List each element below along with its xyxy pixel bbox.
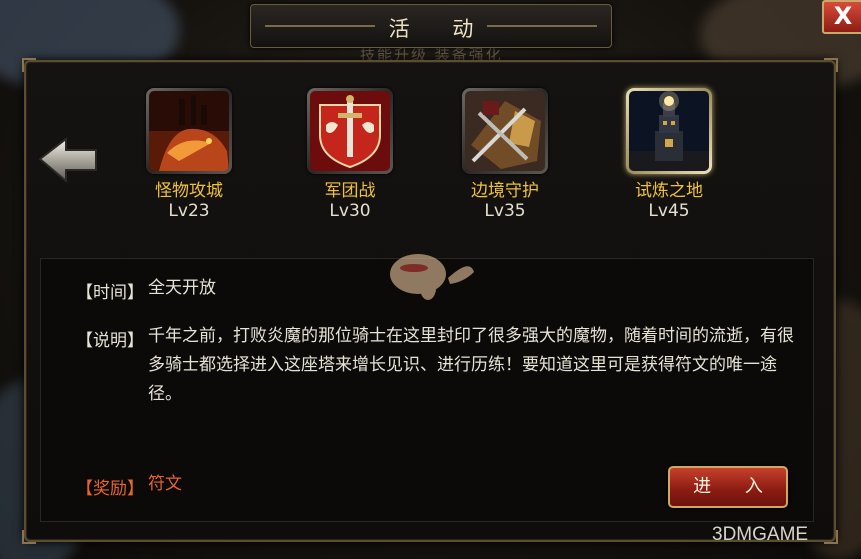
activity-name: 怪物攻城 [155,181,223,201]
activity-level: Lv30 [329,201,371,221]
enter-button[interactable]: 进 入 [668,466,788,508]
activity-border-guard[interactable]: 边境守护 Lv35 [440,88,570,222]
activity-icon-frame [462,88,548,174]
activity-name: 边境守护 [471,181,539,201]
activity-legion-war[interactable]: 军团战 Lv30 [285,88,415,222]
window-title: 活 动 [388,17,492,41]
activity-monster-siege[interactable]: 怪物攻城 Lv23 [124,88,254,222]
activity-icon-frame-selected [626,88,712,174]
crossed-swords-icon [465,91,545,171]
watermark-logo: 3DMGAME [712,524,809,545]
activity-icon-frame [146,88,232,174]
activity-name: 军团战 [324,181,376,201]
activity-level: Lv35 [484,201,526,221]
arrow-left-icon [38,136,97,184]
activity-name: 试炼之地 [635,181,703,201]
window-title-bar: 活 动 [250,4,612,48]
activity-level: Lv45 [648,201,690,221]
activity-trial-ground[interactable]: 试炼之地 Lv45 [604,88,734,222]
sword-shield-icon [310,91,390,171]
activity-level: Lv23 [168,201,210,221]
time-label: 【时间】 [76,283,144,303]
description-label: 【说明】 [76,331,144,351]
previous-arrow-button[interactable] [38,135,100,187]
reward-label: 【奖励】 [76,479,144,499]
close-button[interactable]: X [822,0,861,34]
time-value: 全天开放 [148,278,216,298]
activity-icon-frame [307,88,393,174]
dragon-castle-icon [149,91,229,171]
tower-icon [629,91,709,171]
description-text: 千年之前，打败炎魔的那位骑士在这里封印了很多强大的魔物，随着时间的流逝，有很多骑… [148,326,794,404]
